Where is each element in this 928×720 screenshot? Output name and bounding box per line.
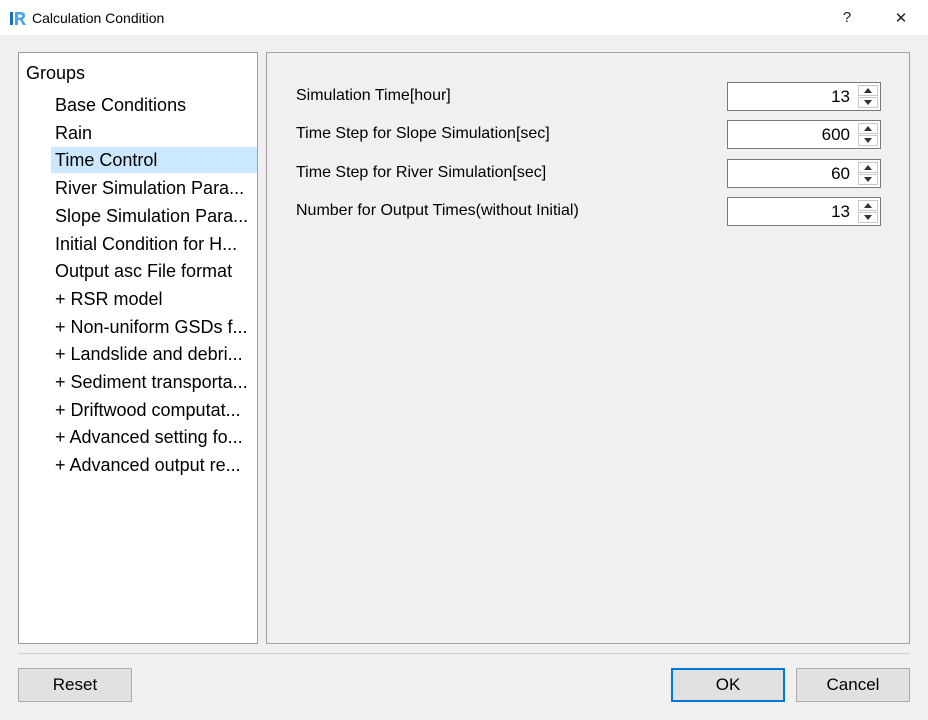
window-title: Calculation Condition [32,10,165,26]
ok-button[interactable]: OK [671,668,785,702]
spin-up-button[interactable] [858,123,878,135]
groups-tree[interactable]: Groups Base Conditions Rain Time Control Ri… [18,52,258,644]
field-label: Simulation Time[hour] [296,87,451,104]
tree-item[interactable]: Output asc File format [51,258,257,284]
tree-item[interactable]: Rain [51,120,257,146]
spinbox-buttons [858,123,878,147]
spin-down-button[interactable] [858,173,878,185]
arrow-up-icon [864,126,872,132]
tree-item[interactable]: + Advanced setting fo... [51,424,257,450]
tree-item[interactable]: Slope Simulation Para... [51,203,257,229]
close-icon: ✕ [894,9,908,27]
app-icon [10,12,26,25]
arrow-down-icon [864,176,872,182]
separator [18,653,910,654]
spin-down-button[interactable] [858,135,878,147]
tree-item[interactable]: + Landslide and debri... [51,341,257,367]
spinbox[interactable]: 600 [727,120,881,150]
spinbox[interactable]: 13 [727,82,881,111]
tree-header: Groups [26,63,86,83]
spinbox-value: 13 [831,87,850,106]
time-control-panel: Simulation Time[hour] 13 Time Step for Slo… [266,52,910,644]
spinbox-value: 600 [821,125,850,145]
spinbox[interactable]: 60 [727,158,881,188]
tree-item[interactable]: River Simulation Para... [51,175,257,201]
arrow-up-icon [864,164,872,170]
reset-button[interactable]: Reset [18,668,132,702]
field-label: Time Step for River Simulation[sec] [296,163,547,181]
spin-down-button[interactable] [858,97,878,108]
field-label: Time Step for Slope Simulation[sec] [296,125,550,143]
spinbox-buttons [858,85,878,108]
tree-item[interactable]: + Sediment transporta... [51,369,257,395]
spin-down-button[interactable] [858,211,878,223]
arrow-up-icon [864,88,872,93]
tree-item[interactable]: + Non-uniform GSDs f... [51,314,257,340]
field-label: Number for Output Times(without Initial) [296,201,579,219]
spinbox[interactable]: 13 [727,196,881,226]
spinbox-buttons [858,199,878,223]
tree-item[interactable]: + Advanced output re... [51,452,257,478]
tree-item[interactable]: Base Conditions [51,92,257,118]
spin-up-button[interactable] [858,199,878,211]
arrow-down-icon [864,100,872,105]
arrow-down-icon [864,214,872,220]
tree-item[interactable]: + Driftwood computat... [51,397,257,423]
title-bar: Calculation Condition ? ✕ [0,0,928,35]
spin-up-button[interactable] [858,161,878,173]
tree-item[interactable]: + RSR model [51,286,257,312]
spinbox-buttons [858,161,878,185]
tree-item[interactable]: Initial Condition for H... [51,231,257,257]
close-button[interactable]: ✕ [878,0,924,35]
help-button[interactable]: ? [824,0,870,35]
tree-item[interactable]: Time Control [51,147,257,174]
spinbox-value: 60 [831,163,850,183]
arrow-down-icon [864,138,872,144]
cancel-button[interactable]: Cancel [796,668,910,702]
spin-up-button[interactable] [858,85,878,96]
arrow-up-icon [864,202,872,208]
spinbox-value: 13 [831,201,850,221]
help-icon: ? [842,9,852,26]
